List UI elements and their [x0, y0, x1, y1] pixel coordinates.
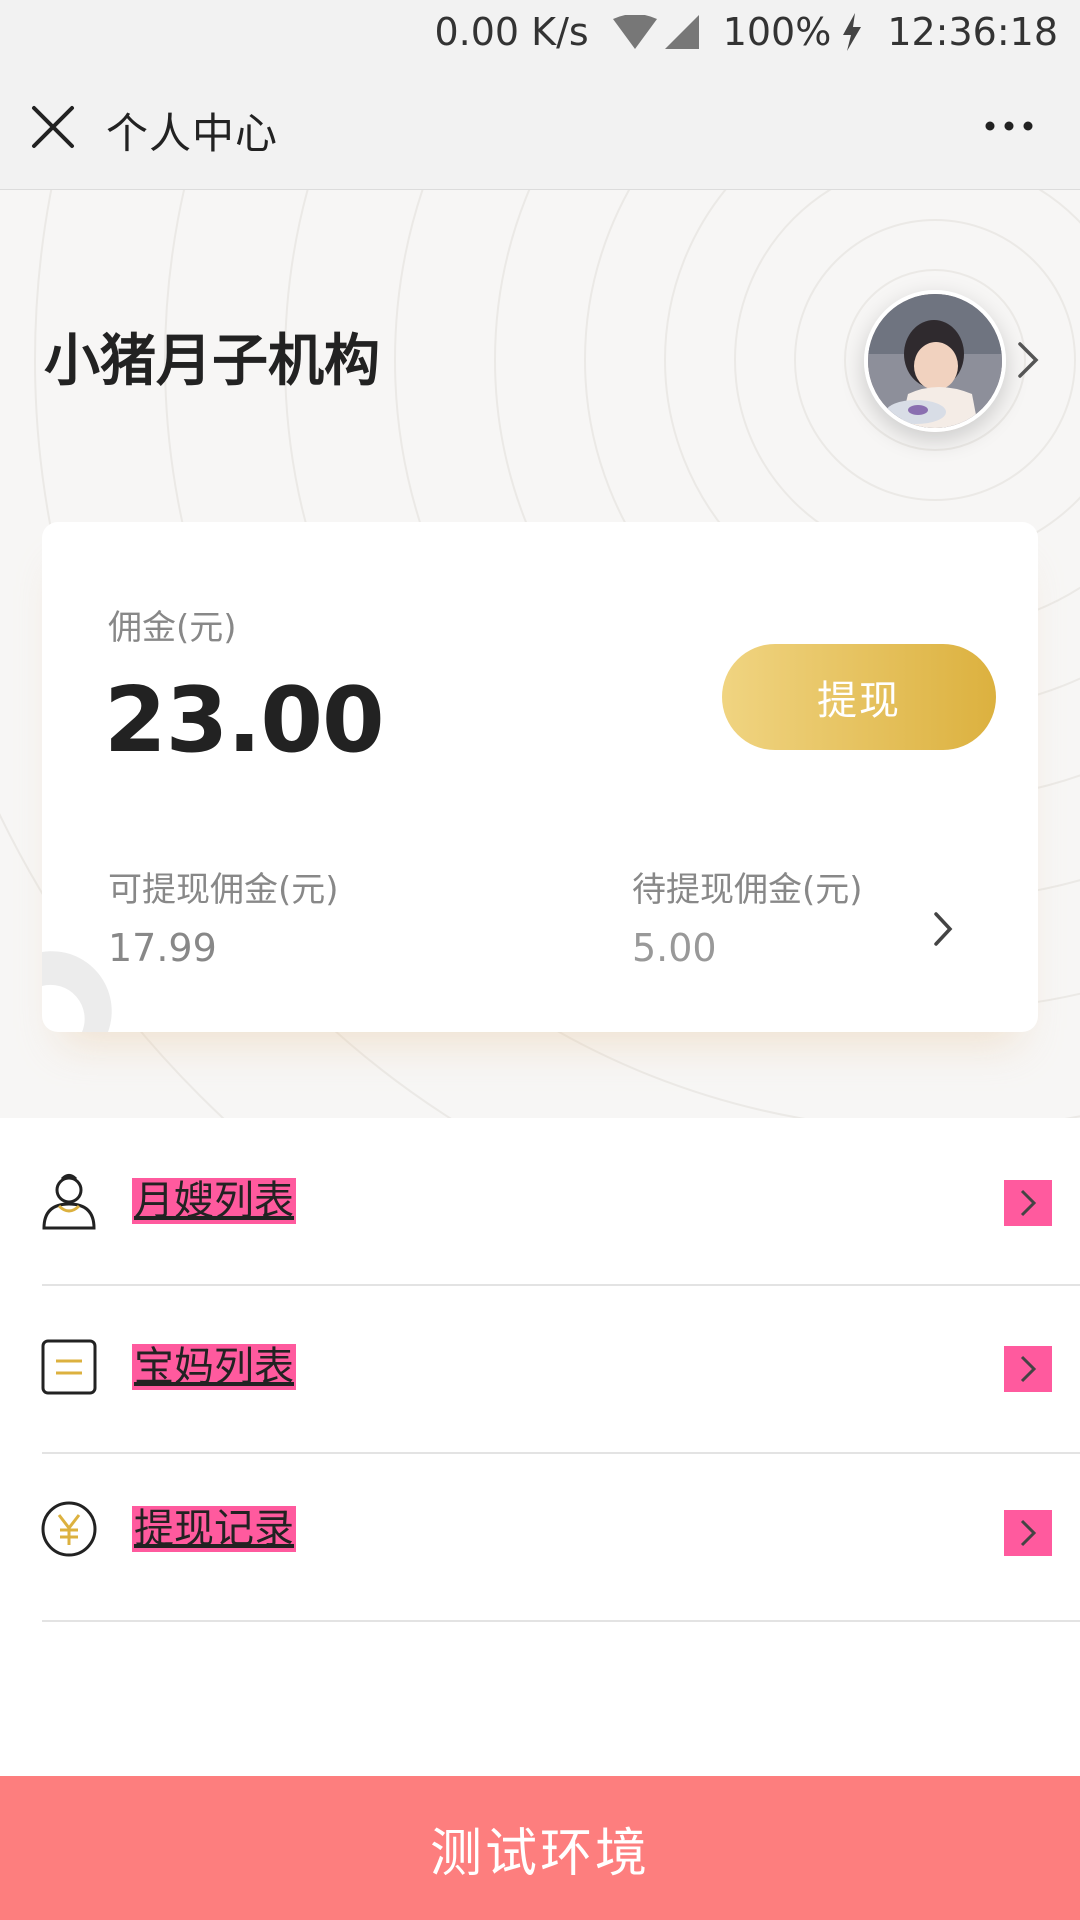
- commission-value: 23.00: [104, 668, 385, 773]
- charging-icon: [843, 13, 862, 51]
- menu-item-nanny-list[interactable]: 月嫂列表: [0, 1118, 1080, 1286]
- environment-banner: 测试环境: [0, 1776, 1080, 1920]
- network-speed: 0.00 K/s: [434, 10, 589, 54]
- menu-item-label: 宝妈列表: [132, 1344, 296, 1390]
- nanny-icon: [42, 1174, 96, 1230]
- available-commission-value: 17.99: [108, 926, 217, 970]
- signal-icons: [612, 15, 699, 49]
- card-decoration: [42, 951, 112, 1032]
- battery-level: 100%: [722, 10, 832, 54]
- chevron-right-icon: [1004, 1346, 1052, 1392]
- yuan-coin-icon: [41, 1501, 97, 1557]
- close-icon[interactable]: [30, 104, 76, 150]
- nav-bar: 个人中心: [0, 64, 1080, 190]
- menu-item-label: 提现记录: [132, 1506, 296, 1552]
- cell-signal-icon: [664, 15, 699, 49]
- commission-card: 佣金(元) 23.00 提现 可提现佣金(元) 17.99 待提现佣金(元) 5…: [42, 522, 1038, 1032]
- chevron-right-icon[interactable]: [1014, 340, 1042, 380]
- menu-item-mom-list[interactable]: 宝妈列表: [0, 1286, 1080, 1454]
- commission-label: 佣金(元): [108, 608, 237, 648]
- withdraw-button[interactable]: 提现: [722, 644, 996, 750]
- more-icon[interactable]: [984, 114, 1034, 138]
- page-title: 个人中心: [106, 109, 279, 158]
- wifi-icon: [612, 15, 657, 49]
- chevron-right-icon: [1004, 1510, 1052, 1556]
- organization-name: 小猪月子机构: [44, 329, 380, 394]
- avatar[interactable]: [864, 290, 1006, 432]
- menu-item-withdraw-records[interactable]: 提现记录: [0, 1454, 1080, 1622]
- status-bar: 0.00 K/s 100% 12:36:18: [0, 0, 1080, 64]
- menu-item-label: 月嫂列表: [132, 1178, 296, 1224]
- pending-commission-value: 5.00: [632, 926, 717, 970]
- list-icon: [41, 1339, 97, 1395]
- pending-commission-label: 待提现佣金(元): [632, 870, 863, 910]
- available-commission-label: 可提现佣金(元): [108, 870, 339, 910]
- chevron-right-icon: [1004, 1180, 1052, 1226]
- chevron-right-icon[interactable]: [932, 910, 954, 948]
- clock: 12:36:18: [887, 10, 1058, 54]
- divider: [42, 1620, 1080, 1622]
